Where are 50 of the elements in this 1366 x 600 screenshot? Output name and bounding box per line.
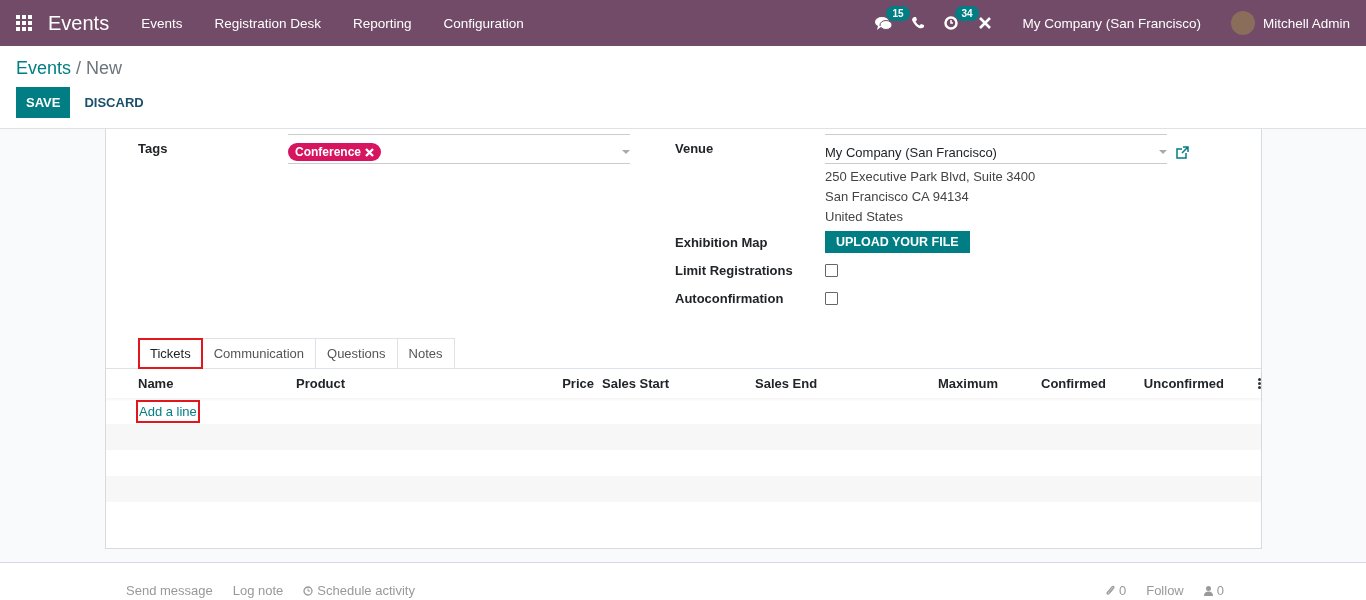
tab[interactable]: Tickets <box>138 338 203 369</box>
chat-icon[interactable] <box>875 15 893 31</box>
field-label: Tags <box>138 141 169 158</box>
column-header[interactable]: Name <box>138 376 288 391</box>
save-button[interactable]: SAVE <box>16 87 71 118</box>
address-line: United States <box>825 209 905 224</box>
column-header[interactable]: Sales End <box>755 376 900 391</box>
breadcrumb-current: New <box>86 58 123 78</box>
add-line-link[interactable]: Add a line <box>138 401 198 421</box>
column-header[interactable]: Maximum <box>908 376 998 391</box>
field-label: Venue <box>675 141 715 158</box>
address-line: San Francisco CA 94134 <box>825 189 970 204</box>
column-header[interactable]: Unconfirmed <box>1114 376 1224 391</box>
follower-count: 0 <box>1216 583 1224 598</box>
external-link-icon[interactable] <box>1176 146 1189 159</box>
menu-item[interactable]: Registration Desk <box>198 15 337 31</box>
menu-item[interactable]: Configuration <box>427 15 540 31</box>
column-header[interactable]: Sales Start <box>602 376 747 391</box>
field-label: Limit Registrations <box>675 262 794 278</box>
message-count-badge: 15 <box>886 5 910 21</box>
phone-icon[interactable] <box>912 17 925 29</box>
tag: Conference <box>288 143 382 161</box>
more-options-icon[interactable] <box>1258 378 1261 389</box>
checkbox[interactable] <box>825 291 838 305</box>
menu-item[interactable]: Events <box>125 15 199 31</box>
user-menu[interactable]: Mitchell Admin <box>1262 15 1350 31</box>
checkbox[interactable] <box>825 263 838 277</box>
venue-field[interactable]: My Company (San Francisco) <box>825 141 1167 164</box>
discard-button[interactable]: DISCARD <box>74 87 154 118</box>
app-name[interactable]: Events <box>48 11 110 35</box>
tab[interactable]: Notes <box>396 338 455 369</box>
column-header[interactable]: Confirmed <box>1006 376 1106 391</box>
tags-field[interactable]: Conference <box>288 141 630 164</box>
field-label: Autoconfirmation <box>675 290 785 306</box>
column-header[interactable]: Price <box>549 376 594 391</box>
company-switcher[interactable]: My Company (San Francisco) <box>1022 15 1201 31</box>
apps-menu-icon[interactable] <box>16 15 32 31</box>
field-label: Exhibition Map <box>675 234 769 250</box>
breadcrumb-link[interactable]: Events <box>16 58 72 78</box>
breadcrumb-separator: / <box>76 58 82 78</box>
clock-icon[interactable] <box>944 16 959 30</box>
menu-item[interactable]: Reporting <box>337 15 428 31</box>
upload-button[interactable]: UPLOAD YOUR FILE <box>825 231 970 253</box>
attachment-count: 0 <box>1118 583 1127 598</box>
address-line: 250 Executive Park Blvd, Suite 3400 <box>825 169 1037 184</box>
person-icon[interactable] <box>1203 585 1213 596</box>
column-header[interactable]: Product <box>296 376 541 391</box>
remove-icon[interactable] <box>365 147 375 157</box>
clock-icon <box>303 585 314 596</box>
activity-count-badge: 34 <box>955 6 979 21</box>
